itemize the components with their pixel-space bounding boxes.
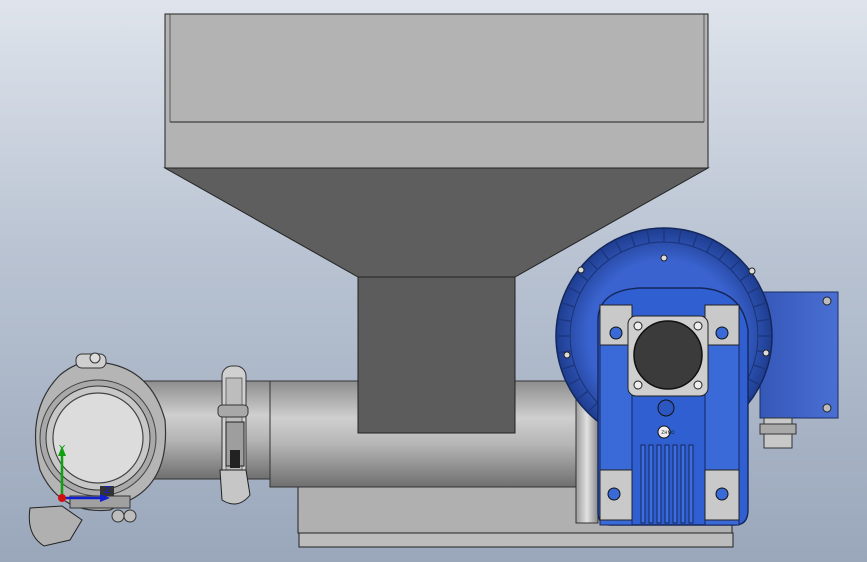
mount-bolt: [715, 326, 729, 340]
clamp-dark-slot: [230, 450, 240, 468]
cooling-rib: [648, 444, 654, 524]
cooling-rib: [672, 444, 678, 524]
clamp-hinge: [217, 404, 249, 418]
housing-bolt: [762, 349, 770, 357]
motor-terminal-box[interactable]: [759, 291, 839, 419]
flange-bolt: [693, 321, 703, 331]
cooling-rib: [656, 444, 662, 524]
hopper-outlet[interactable]: [357, 276, 516, 434]
cooling-rib: [680, 444, 686, 524]
triad-x-axis-dot: [58, 494, 66, 502]
clamp-wing-nut[interactable]: [219, 469, 251, 505]
clamp-wing-handle[interactable]: [28, 505, 83, 547]
flange-bolt: [633, 380, 643, 390]
clamp-bolt-nut: [111, 509, 125, 523]
cooling-rib: [664, 444, 670, 524]
pipe-bore[interactable]: [52, 392, 144, 484]
mount-bolt: [607, 487, 621, 501]
hopper-body[interactable]: [164, 13, 709, 169]
output-bore[interactable]: [633, 320, 703, 390]
housing-bolt: [748, 267, 756, 275]
flange-bolt: [693, 380, 703, 390]
housing-bolt: [563, 351, 571, 359]
base-foot[interactable]: [298, 532, 734, 548]
cooling-ribs: [640, 444, 694, 524]
housing-bolt: [660, 254, 668, 262]
triad-y-label: Y: [58, 444, 66, 455]
mount-bolt: [715, 487, 729, 501]
housing-bolt: [577, 266, 585, 274]
tri-clamp-large[interactable]: [28, 352, 167, 547]
breather-plug: [657, 399, 675, 417]
terminal-bolt: [822, 296, 832, 306]
cable-gland-nut: [759, 423, 797, 435]
cooling-rib: [640, 444, 646, 524]
gearbox-brand-label: ZHMO: [661, 430, 675, 435]
cad-viewport[interactable]: Y Z: [0, 0, 867, 562]
terminal-bolt: [822, 403, 832, 413]
clamp-bolt-nut: [123, 509, 137, 523]
tri-clamp-small[interactable]: [217, 365, 251, 505]
flange-bolt: [633, 321, 643, 331]
cooling-rib: [688, 444, 694, 524]
mount-bolt: [609, 326, 623, 340]
triad-z-label: Z: [104, 485, 111, 496]
clamp-hinge-pin: [89, 352, 101, 364]
